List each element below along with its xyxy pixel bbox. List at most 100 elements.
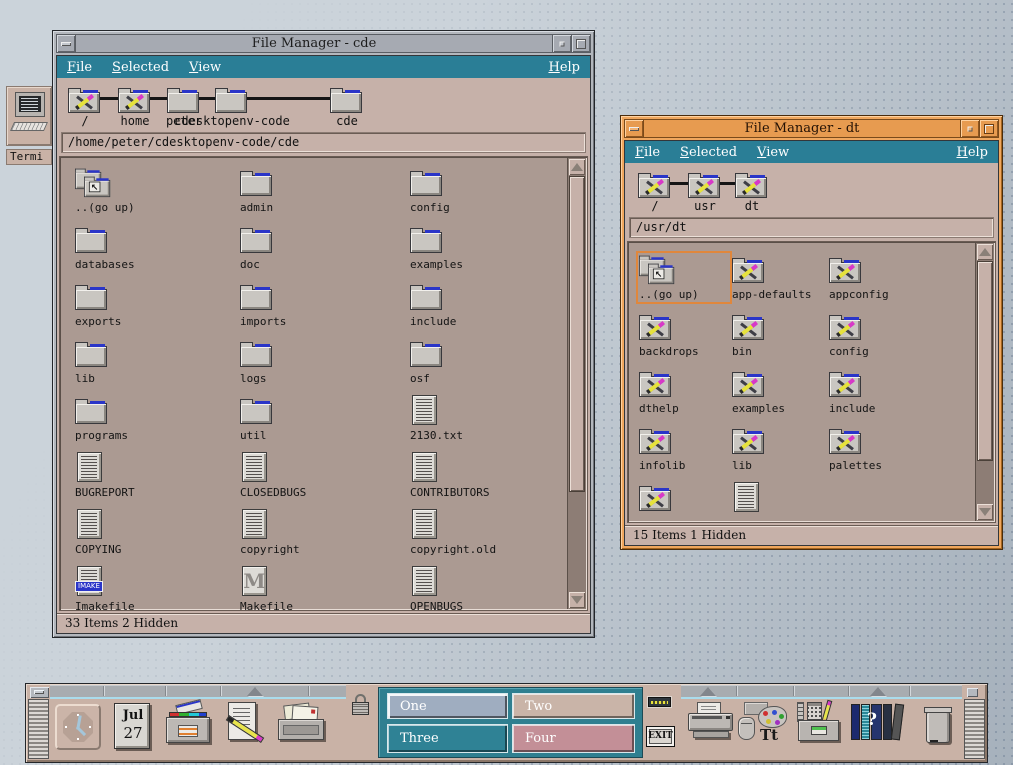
menu-selected[interactable]: Selected <box>112 60 169 75</box>
path-folder-/[interactable]: / <box>68 84 102 112</box>
exit-button[interactable]: EXIT <box>646 726 675 747</box>
file-item-examples[interactable]: examples <box>410 224 565 271</box>
path-folder-peter[interactable]: peter <box>167 84 201 112</box>
help-icon[interactable]: ? <box>850 702 900 756</box>
window-menu-button[interactable] <box>57 35 76 52</box>
text-editor-icon[interactable] <box>220 702 270 756</box>
workspace-button-two[interactable]: Two <box>512 693 635 719</box>
mail-icon[interactable] <box>276 702 326 756</box>
workspace-button-one[interactable]: One <box>387 693 508 719</box>
folder-locked-icon <box>639 484 673 512</box>
path-folder-cde[interactable]: cde <box>330 84 364 112</box>
file-item-Makefile[interactable]: MMakefile <box>240 566 400 610</box>
file-item-backdrops[interactable]: backdrops <box>639 311 729 358</box>
path-folder-label: / <box>81 114 88 128</box>
menu-help[interactable]: Help <box>548 60 580 75</box>
file-item-lib[interactable]: lib <box>732 425 822 472</box>
file-item-unlabeled[interactable] <box>639 482 729 516</box>
scrollbar-thumb[interactable] <box>977 261 993 461</box>
clock-icon[interactable] <box>54 702 104 756</box>
workspace-button-four[interactable]: Four <box>512 724 635 753</box>
maximize-button[interactable] <box>979 120 998 137</box>
applications-icon[interactable] <box>794 702 844 756</box>
style-manager-icon[interactable]: Tt <box>738 702 788 756</box>
panel-handle-left[interactable] <box>28 699 49 759</box>
lock-icon[interactable] <box>352 694 369 715</box>
printer-icon[interactable] <box>686 702 736 756</box>
trash-icon[interactable] <box>914 702 964 756</box>
file-item-BUGREPORT[interactable]: BUGREPORT <box>75 452 235 499</box>
path-folder-/[interactable]: / <box>638 169 672 197</box>
menu-selected[interactable]: Selected <box>680 145 737 160</box>
file-item-app-defaults[interactable]: app-defaults <box>732 254 822 301</box>
file-item-logs[interactable]: logs <box>240 338 400 385</box>
menu-file[interactable]: File <box>635 145 660 160</box>
menu-help[interactable]: Help <box>956 145 988 160</box>
panel-handle-right[interactable] <box>964 699 985 759</box>
file-item-admin[interactable]: admin <box>240 167 400 214</box>
file-item-COPYING[interactable]: COPYING <box>75 509 235 556</box>
scroll-down-button[interactable] <box>977 504 993 520</box>
file-item-exports[interactable]: exports <box>75 281 235 328</box>
minimize-button[interactable] <box>960 120 979 137</box>
file-item-CLOSEDBUGS[interactable]: CLOSEDBUGS <box>240 452 400 499</box>
path-folder-dt[interactable]: dt <box>735 169 769 197</box>
path-folder-cdesktopenv-code[interactable]: cdesktopenv-code <box>215 84 249 112</box>
maximize-button[interactable] <box>571 35 590 52</box>
window-title: File Manager - dt <box>644 120 960 137</box>
menu-file[interactable]: File <box>67 60 92 75</box>
file-item-config[interactable]: config <box>829 311 919 358</box>
terminal-desktop-icon[interactable]: Termi <box>6 86 52 166</box>
file-item-include[interactable]: include <box>829 368 919 415</box>
file-item-databases[interactable]: databases <box>75 224 235 271</box>
menu-view[interactable]: View <box>757 145 789 160</box>
file-item-include[interactable]: include <box>410 281 565 328</box>
menu-view[interactable]: View <box>189 60 221 75</box>
subpanel-arrow-text-editor[interactable] <box>247 687 263 696</box>
file-item-appconfig[interactable]: appconfig <box>829 254 919 301</box>
current-path-field[interactable]: /home/peter/cdesktopenv-code/cde <box>61 132 586 153</box>
vertical-scrollbar[interactable] <box>975 243 994 521</box>
file-item-programs[interactable]: programs <box>75 395 235 442</box>
file-item-..(go up)[interactable]: ↖..(go up) <box>75 167 235 214</box>
file-item-..(go up)[interactable]: ↖..(go up) <box>639 254 729 301</box>
file-item-copyright[interactable]: copyright <box>240 509 400 556</box>
file-item-2130.txt[interactable]: 2130.txt <box>410 395 565 442</box>
file-item-examples[interactable]: examples <box>732 368 822 415</box>
scroll-down-button[interactable] <box>569 592 585 608</box>
file-item-unlabeled[interactable] <box>732 482 822 516</box>
scroll-up-button[interactable] <box>977 244 993 260</box>
subpanel-strip-right <box>681 685 962 699</box>
file-item-doc[interactable]: doc <box>240 224 400 271</box>
file-item-palettes[interactable]: palettes <box>829 425 919 472</box>
scrollbar-thumb[interactable] <box>569 176 585 492</box>
workspace-button-three[interactable]: Three <box>387 724 508 753</box>
file-manager-icon[interactable] <box>164 702 214 756</box>
file-item-config[interactable]: config <box>410 167 565 214</box>
file-item-osf[interactable]: osf <box>410 338 565 385</box>
file-item-infolib[interactable]: infolib <box>639 425 729 472</box>
calendar-icon[interactable]: Jul 27 <box>108 702 158 756</box>
panel-minimize-button[interactable] <box>967 688 978 697</box>
file-item-util[interactable]: util <box>240 395 400 442</box>
vertical-scrollbar[interactable] <box>567 158 586 609</box>
file-item-dthelp[interactable]: dthelp <box>639 368 729 415</box>
file-item-OPENBUGS[interactable]: OPENBUGS <box>410 566 565 610</box>
subpanel-arrow-printer[interactable] <box>700 687 716 696</box>
window-menu-button[interactable] <box>625 120 644 137</box>
file-item-CONTRIBUTORS[interactable]: CONTRIBUTORS <box>410 452 565 499</box>
file-item-bin[interactable]: bin <box>732 311 822 358</box>
panel-menu-button[interactable] <box>30 687 49 698</box>
file-item-lib[interactable]: lib <box>75 338 235 385</box>
busy-light[interactable] <box>648 697 671 707</box>
path-folder-home[interactable]: home <box>118 84 152 112</box>
current-path-field[interactable]: /usr/dt <box>629 217 994 238</box>
file-item-Imakefile[interactable]: IMAKEImakefile <box>75 566 235 610</box>
subpanel-arrow-help[interactable] <box>870 687 886 696</box>
path-folder-usr[interactable]: usr <box>688 169 722 197</box>
file-item-imports[interactable]: imports <box>240 281 400 328</box>
folder-locked-icon <box>735 171 769 199</box>
scroll-up-button[interactable] <box>569 159 585 175</box>
minimize-button[interactable] <box>552 35 571 52</box>
file-item-copyright.old[interactable]: copyright.old <box>410 509 565 556</box>
